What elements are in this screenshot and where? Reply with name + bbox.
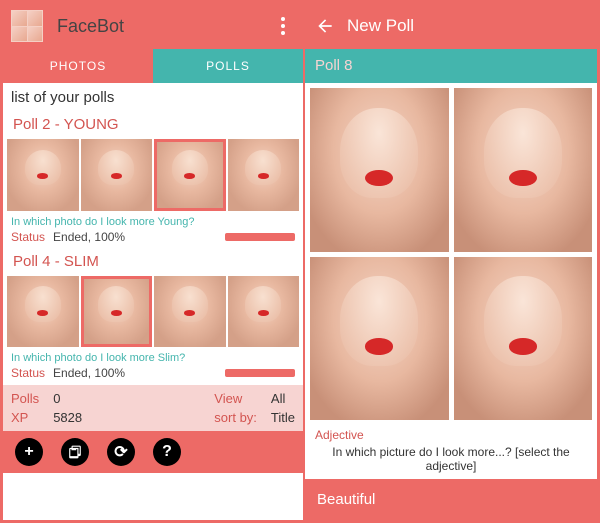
status-label: Status (11, 230, 45, 244)
stat-key: Polls (11, 391, 39, 406)
poll-status-row: Status Ended, 100% (3, 365, 303, 385)
poll-question: In which photo do I look more Slim? (3, 349, 303, 365)
list-header: list of your polls (3, 83, 303, 112)
adjective-select[interactable]: Beautiful (305, 479, 597, 520)
poll-thumb[interactable] (7, 139, 79, 211)
view-filter[interactable]: All (271, 391, 295, 406)
stat-value: 0 (53, 391, 200, 406)
poll-thumb-selected[interactable] (81, 276, 153, 348)
status-value: Ended, 100% (53, 230, 217, 244)
poll-thumb[interactable] (7, 276, 79, 348)
photo-slot[interactable] (454, 88, 593, 252)
back-icon[interactable] (313, 16, 337, 36)
stat-key: sort by: (214, 410, 257, 425)
new-poll-panel: New Poll Adjective In which picture do I… (305, 3, 597, 520)
poll-thumb[interactable] (81, 139, 153, 211)
tab-photos[interactable]: PHOTOS (3, 49, 153, 83)
stat-key: XP (11, 410, 39, 425)
page-title: New Poll (347, 16, 414, 36)
bottom-toolbar: + ⟳ ? (3, 431, 303, 473)
clipboard-button[interactable] (61, 438, 89, 466)
add-button[interactable]: + (15, 438, 43, 466)
photo-slot[interactable] (454, 257, 593, 421)
app-logo-icon (11, 10, 43, 42)
more-icon[interactable] (271, 17, 295, 35)
right-header: New Poll (305, 3, 597, 49)
polls-list-panel: FaceBot PHOTOS POLLS list of your polls … (3, 3, 303, 520)
poll-thumbs (3, 137, 303, 213)
stats-panel: Polls 0 View All XP 5828 sort by: Title (3, 385, 303, 431)
poll-title[interactable]: Poll 4 - SLIM (3, 249, 303, 274)
poll-title[interactable]: Poll 2 - YOUNG (3, 112, 303, 137)
poll-name-bar (305, 49, 597, 83)
left-header: FaceBot (3, 3, 303, 49)
photo-grid (305, 83, 597, 425)
help-button[interactable]: ? (153, 438, 181, 466)
poll-thumb[interactable] (228, 276, 300, 348)
sort-by[interactable]: Title (271, 410, 295, 425)
stat-value: 5828 (53, 410, 200, 425)
poll-name-input[interactable] (315, 57, 587, 74)
poll-status-row: Status Ended, 100% (3, 229, 303, 249)
adjective-label: Adjective (305, 425, 597, 442)
refresh-button[interactable]: ⟳ (107, 438, 135, 466)
status-value: Ended, 100% (53, 366, 217, 380)
progress-bar (225, 369, 295, 377)
status-label: Status (11, 366, 45, 380)
tabs: PHOTOS POLLS (3, 49, 303, 83)
tab-polls[interactable]: POLLS (153, 49, 303, 83)
app-title: FaceBot (57, 16, 124, 37)
progress-bar (225, 233, 295, 241)
stat-key: View (214, 391, 257, 406)
photo-slot[interactable] (310, 257, 449, 421)
poll-thumb[interactable] (154, 276, 226, 348)
adjective-prompt: In which picture do I look more...? [sel… (305, 442, 597, 479)
poll-question: In which photo do I look more Young? (3, 213, 303, 229)
photo-slot[interactable] (310, 88, 449, 252)
poll-thumb-selected[interactable] (154, 139, 226, 211)
poll-thumbs (3, 274, 303, 350)
poll-thumb[interactable] (228, 139, 300, 211)
